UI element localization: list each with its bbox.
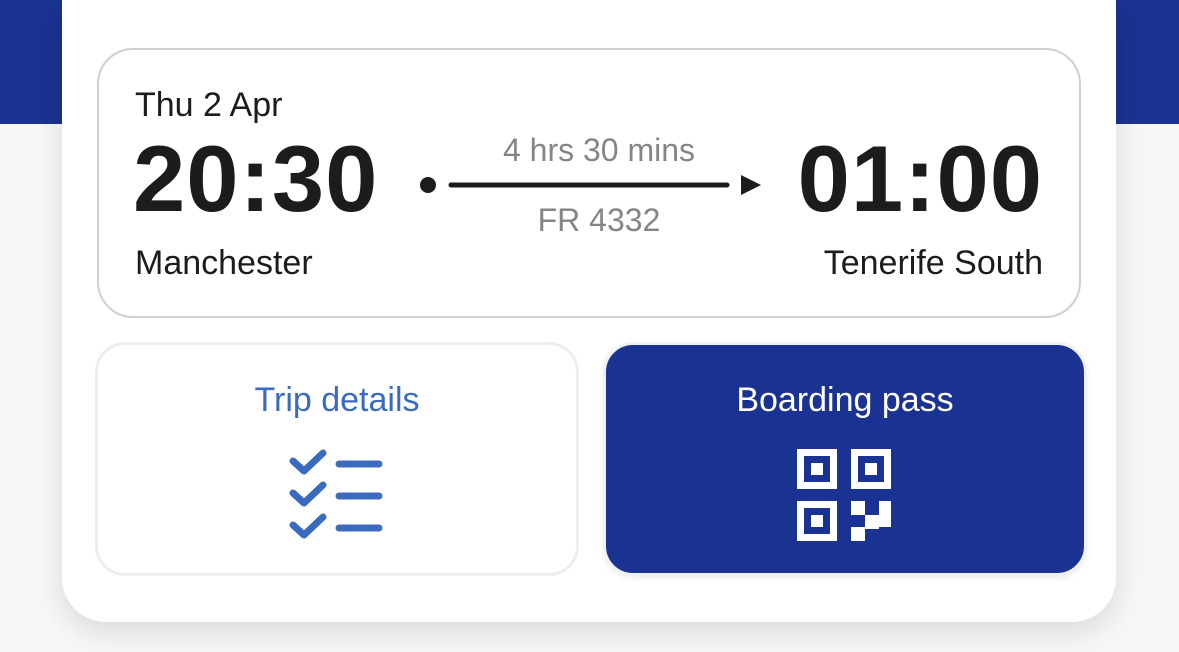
flight-summary[interactable]: Thu 2 Apr 20:30 Manchester 4 hrs 30 mins…	[97, 48, 1081, 318]
flight-number: FR 4332	[537, 202, 661, 238]
departure-city: Manchester	[135, 244, 313, 282]
qr-code-icon	[797, 449, 891, 541]
departure-time: 20:30	[133, 126, 379, 231]
arrival-time: 01:00	[797, 126, 1043, 231]
route-arrow-icon	[420, 175, 761, 195]
trip-details-label: Trip details	[254, 381, 420, 419]
trip-details-button[interactable]: Trip details	[95, 342, 579, 576]
boarding-pass-label: Boarding pass	[736, 381, 954, 419]
checklist-icon	[289, 449, 383, 539]
arrival-city: Tenerife South	[823, 244, 1043, 282]
flight-date: Thu 2 Apr	[135, 86, 283, 124]
boarding-pass-button[interactable]: Boarding pass	[603, 342, 1087, 576]
flight-duration: 4 hrs 30 mins	[502, 132, 696, 168]
